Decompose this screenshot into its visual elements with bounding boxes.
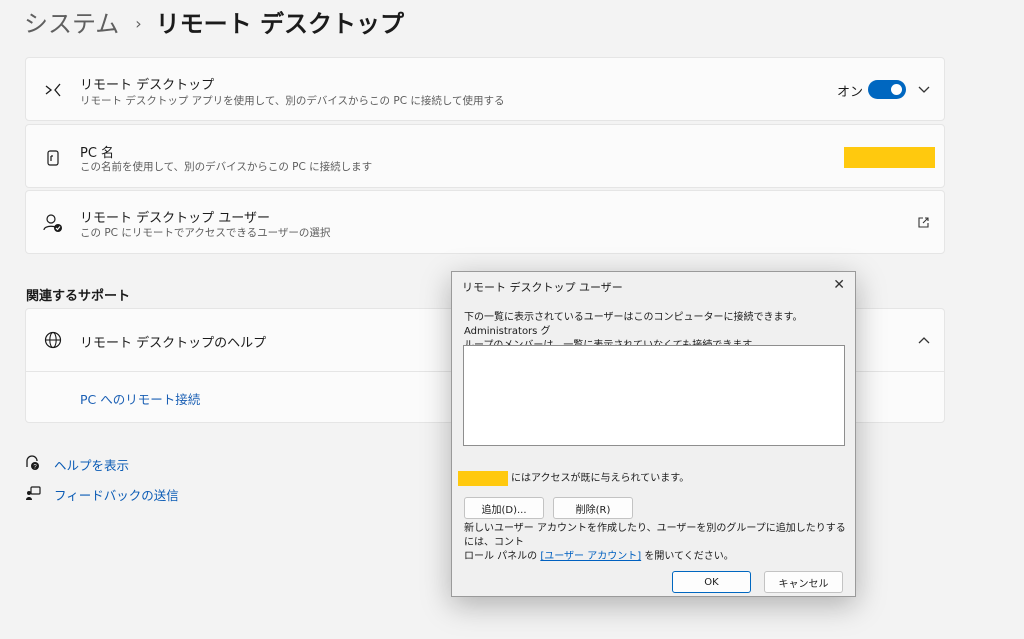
pc-name-icon	[42, 147, 64, 169]
close-icon[interactable]: ✕	[833, 277, 845, 293]
dialog-info: 新しいユーザー アカウントを作成したり、ユーザーを別のグループに追加したりするに…	[464, 522, 848, 564]
remote-desktop-card[interactable]: リモート デスクトップ リモート デスクトップ アプリを使用して、別のデバイスか…	[25, 57, 945, 121]
remote-users-card[interactable]: リモート デスクトップ ユーザー この PC にリモートでアクセスできるユーザー…	[25, 190, 945, 254]
related-support-title: 関連するサポート	[26, 289, 131, 304]
globe-icon	[42, 329, 64, 351]
remove-button[interactable]: 削除(R)	[553, 497, 633, 519]
help-title: リモート デスクトップのヘルプ	[80, 336, 267, 351]
page-title: リモート デスクトップ	[155, 10, 405, 38]
remote-users-subtitle: この PC にリモートでアクセスできるユーザーの選択	[80, 227, 331, 239]
remote-users-dialog: リモート デスクトップ ユーザー ✕ 下の一覧に表示されているユーザーはこのコン…	[451, 271, 856, 597]
send-feedback-link[interactable]: フィードバックの送信	[54, 485, 179, 504]
breadcrumb-parent[interactable]: システム	[24, 6, 119, 42]
add-button[interactable]: 追加(D)...	[464, 497, 544, 519]
access-text: にはアクセスが既に与えられています。	[511, 473, 690, 484]
help-icon: ?	[25, 455, 41, 471]
pc-name-subtitle: この名前を使用して、別のデバイスからこの PC に接続します	[80, 161, 373, 173]
remote-desktop-icon	[42, 79, 64, 101]
remote-desktop-subtitle: リモート デスクトップ アプリを使用して、別のデバイスからこの PC に接続して…	[80, 95, 505, 107]
remote-desktop-title: リモート デスクトップ	[80, 78, 215, 93]
toggle-state-label: オン	[837, 85, 864, 100]
cancel-button[interactable]: キャンセル	[764, 571, 843, 593]
remote-desktop-toggle[interactable]	[868, 80, 906, 99]
show-help-link[interactable]: ヘルプを表示	[54, 455, 129, 474]
feedback-icon	[25, 485, 41, 501]
users-icon	[42, 212, 64, 234]
user-accounts-link[interactable]: [ユーザー アカウント]	[540, 551, 641, 562]
pc-name-redaction	[844, 147, 935, 168]
pc-name-card: PC 名 この名前を使用して、別のデバイスからこの PC に接続します	[25, 124, 945, 188]
remote-connection-link[interactable]: PC へのリモート接続	[80, 389, 200, 408]
chevron-up-icon[interactable]	[917, 334, 931, 348]
remote-users-title: リモート デスクトップ ユーザー	[80, 211, 271, 226]
ok-button[interactable]: OK	[672, 571, 751, 593]
dialog-title: リモート デスクトップ ユーザー	[462, 281, 623, 294]
breadcrumb-separator: ›	[135, 14, 142, 33]
users-listbox[interactable]	[463, 345, 845, 446]
account-name-redaction	[458, 471, 508, 486]
chevron-down-icon[interactable]	[917, 82, 931, 96]
open-external-icon[interactable]	[917, 216, 930, 229]
dialog-info-line2: ロール パネルの [ユーザー アカウント] を開いてください。	[464, 551, 734, 562]
dialog-description-line1: 下の一覧に表示されているユーザーはこのコンピューターに接続できます。Admini…	[464, 312, 803, 337]
breadcrumb: システム › リモート デスクトップ	[24, 6, 404, 42]
dialog-info-line1: 新しいユーザー アカウントを作成したり、ユーザーを別のグループに追加したりするに…	[464, 523, 846, 548]
